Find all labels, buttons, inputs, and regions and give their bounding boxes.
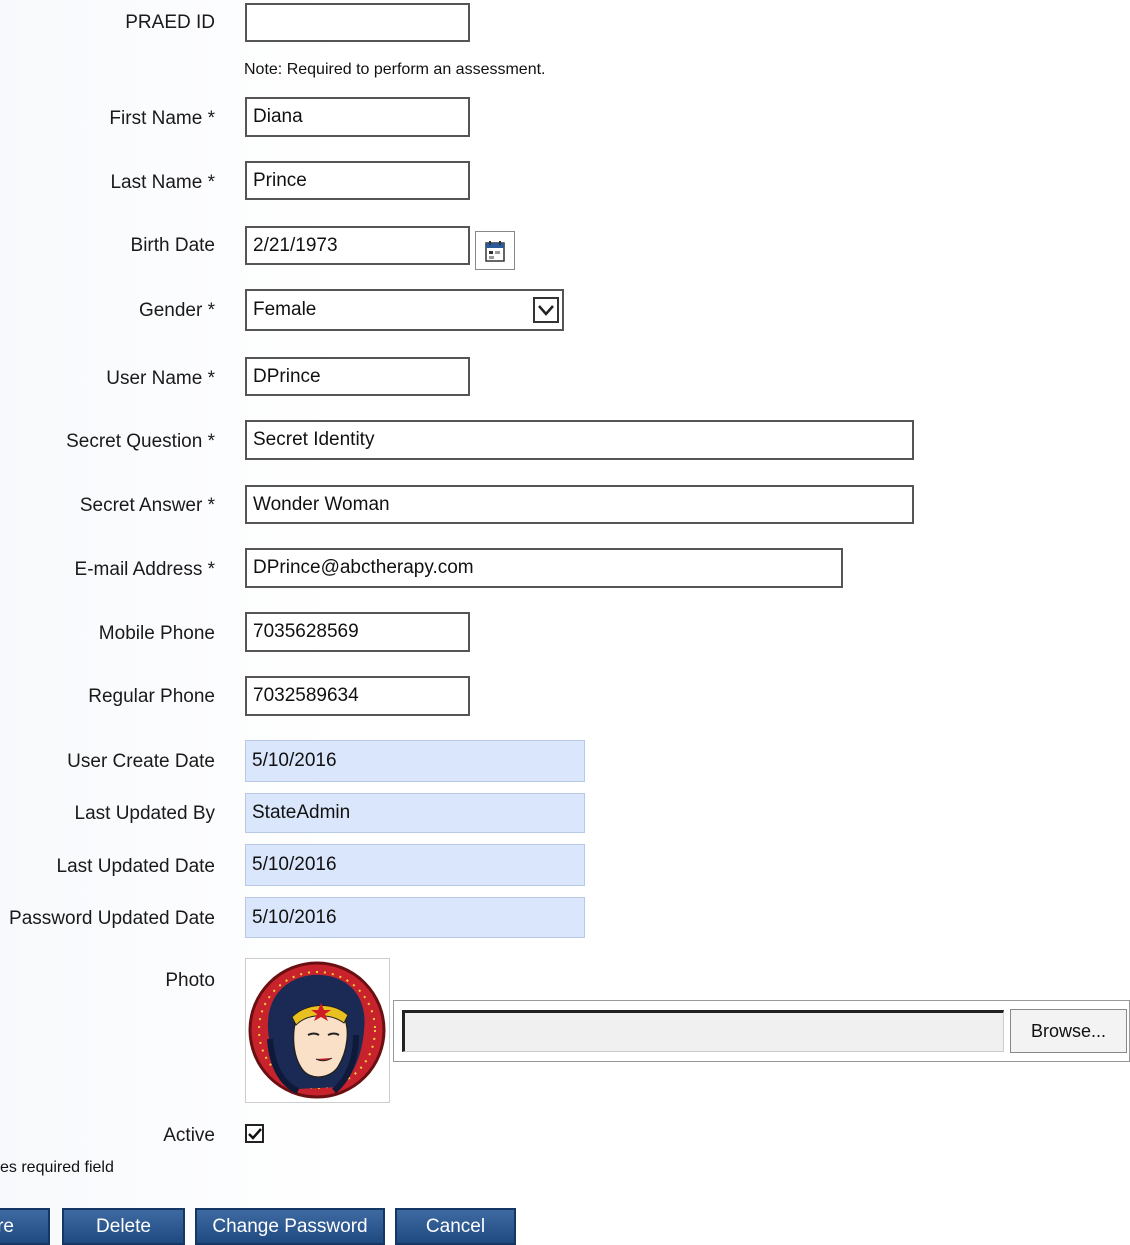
gender-select[interactable]: Female xyxy=(245,289,564,331)
user-photo xyxy=(245,958,390,1103)
active-label: Active xyxy=(163,1125,215,1146)
secret-question-label: Secret Question * xyxy=(66,431,215,452)
photo-label: Photo xyxy=(165,970,215,991)
mobile-phone-input[interactable]: 7035628569 xyxy=(245,612,470,652)
active-checkbox[interactable] xyxy=(245,1124,264,1143)
last-updated-date-field: 5/10/2016 xyxy=(245,844,585,886)
photo-file-input[interactable] xyxy=(402,1010,1004,1052)
email-label: E-mail Address * xyxy=(74,559,215,580)
first-name-label: First Name * xyxy=(109,108,215,129)
birth-date-input[interactable]: 2/21/1973 xyxy=(245,226,470,265)
last-updated-by-label: Last Updated By xyxy=(74,803,215,824)
praed-note: Note: Required to perform an assessment. xyxy=(244,61,546,78)
secret-answer-label: Secret Answer * xyxy=(79,495,215,516)
browse-button[interactable]: Browse... xyxy=(1010,1009,1127,1053)
save-button[interactable]: re xyxy=(0,1208,50,1245)
secret-question-input[interactable]: Secret Identity xyxy=(245,420,914,460)
birth-date-label: Birth Date xyxy=(130,235,215,256)
checkmark-icon xyxy=(247,1127,262,1140)
password-updated-date-field: 5/10/2016 xyxy=(245,897,585,938)
calendar-button[interactable] xyxy=(475,231,515,270)
dropdown-arrow[interactable] xyxy=(533,297,559,323)
blank-area xyxy=(524,1201,774,1245)
user-create-date-field: 5/10/2016 xyxy=(245,740,585,782)
last-name-label: Last Name * xyxy=(110,172,215,193)
gender-label: Gender * xyxy=(138,300,215,321)
email-input[interactable]: DPrince@abctherapy.com xyxy=(245,548,843,588)
photo-upload: Browse... xyxy=(393,1000,1130,1062)
mobile-phone-label: Mobile Phone xyxy=(98,623,215,644)
user-name-label: User Name * xyxy=(106,368,215,389)
chevron-down-icon xyxy=(538,305,554,316)
change-password-button[interactable]: Change Password xyxy=(195,1208,385,1245)
calendar-icon xyxy=(485,240,505,262)
praed-id-label: PRAED ID xyxy=(125,12,215,33)
required-field-note: es required field xyxy=(0,1159,114,1176)
avatar-image xyxy=(248,961,386,1099)
user-name-input[interactable]: DPrince xyxy=(245,357,470,396)
praed-id-input[interactable] xyxy=(245,3,470,42)
last-name-input[interactable]: Prince xyxy=(245,161,470,200)
regular-phone-label: Regular Phone xyxy=(88,686,215,707)
user-create-date-label: User Create Date xyxy=(67,751,215,772)
regular-phone-input[interactable]: 7032589634 xyxy=(245,676,470,716)
secret-answer-input[interactable]: Wonder Woman xyxy=(245,485,914,524)
cancel-button[interactable]: Cancel xyxy=(395,1208,516,1245)
last-updated-date-label: Last Updated Date xyxy=(56,856,215,877)
first-name-input[interactable]: Diana xyxy=(245,97,470,137)
last-updated-by-field: StateAdmin xyxy=(245,793,585,833)
gender-value: Female xyxy=(253,299,317,320)
delete-button[interactable]: Delete xyxy=(62,1208,185,1245)
password-updated-date-label: Password Updated Date xyxy=(9,908,215,929)
